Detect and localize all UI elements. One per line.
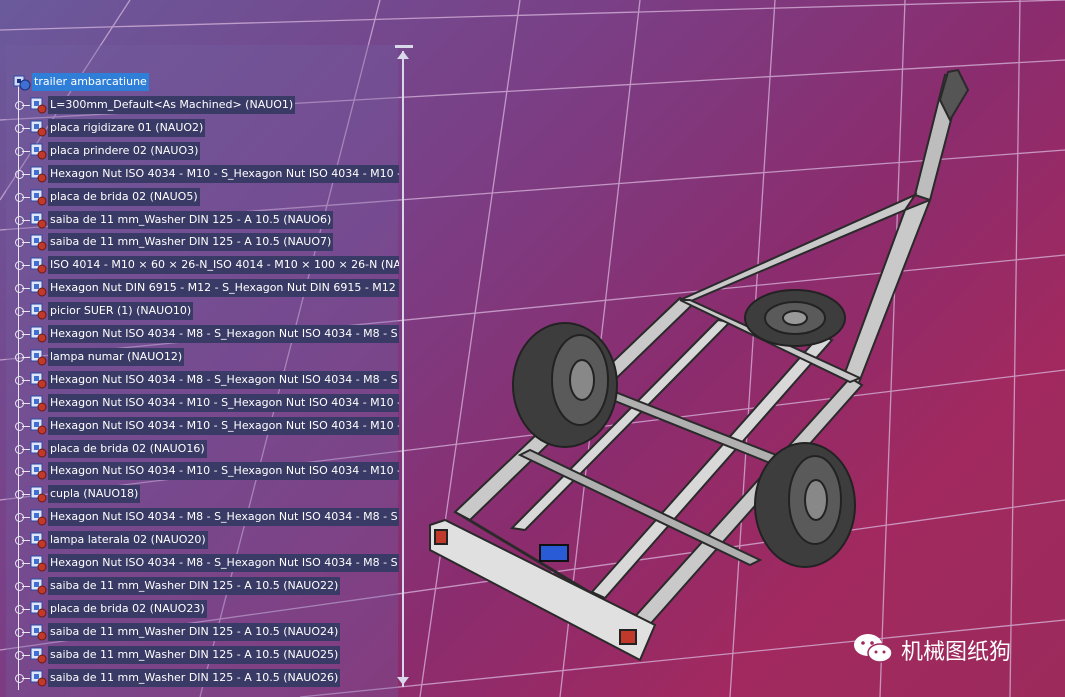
part-icon: [29, 485, 47, 503]
tree-node-label[interactable]: Hexagon Nut ISO 4034 - M10 - S_Hexagon N…: [48, 416, 399, 435]
tree-node-label[interactable]: saiba de 11 mm_Washer DIN 125 - A 10.5 (…: [48, 622, 341, 641]
part-icon: [29, 188, 47, 206]
part-icon: [29, 462, 47, 480]
tree-node-label[interactable]: placa de brida 02 (NAUO23): [48, 599, 207, 618]
watermark: 机械图纸狗: [853, 632, 1011, 668]
tree-node-label[interactable]: Hexagon Nut ISO 4034 - M8 - S_Hexagon Nu…: [48, 554, 399, 572]
part-icon: [29, 165, 47, 183]
part-icon: [29, 348, 47, 366]
scrollbar-top-cap: [395, 45, 413, 48]
part-icon: [29, 394, 47, 412]
tree-node-label[interactable]: Hexagon Nut ISO 4034 - M10 - S_Hexagon N…: [48, 393, 399, 412]
tree-node-label[interactable]: Hexagon Nut ISO 4034 - M8 - S_Hexagon Nu…: [48, 370, 399, 389]
tree-root-label[interactable]: trailer ambarcatiune: [32, 73, 149, 91]
part-icon: [29, 279, 47, 297]
tree-node-label[interactable]: Hexagon Nut DIN 6915 - M12 - S_Hexagon N…: [48, 279, 399, 298]
part-icon: [29, 531, 47, 549]
tree-node-label[interactable]: saiba de 11 mm_Washer DIN 125 - A 10.5 (…: [48, 576, 341, 595]
part-icon: [29, 646, 47, 664]
part-icon: [29, 211, 47, 229]
part-icon: [29, 119, 47, 137]
scroll-down-arrow-icon[interactable]: [397, 677, 409, 685]
watermark-text: 机械图纸狗: [901, 640, 1012, 665]
part-icon: [29, 440, 47, 458]
part-icon: [29, 577, 47, 595]
scrollbar-track[interactable]: [402, 51, 404, 687]
tree-node-label[interactable]: saiba de 11 mm_Washer DIN 125 - A 10.5 (…: [48, 233, 334, 252]
part-icon: [29, 554, 47, 572]
part-icon: [29, 508, 47, 526]
tree-node-label[interactable]: saiba de 11 mm_Washer DIN 125 - A 10.5 (…: [48, 645, 341, 664]
part-icon: [29, 325, 47, 343]
tree-node-label[interactable]: L=300mm_Default<As Machined> (NAUO1): [48, 96, 296, 114]
specification-tree[interactable]: trailer ambarcatiune L=300mm_Default<As …: [0, 45, 415, 697]
tree-scrollbar[interactable]: [395, 45, 413, 695]
left-wheel: [512, 322, 618, 448]
part-icon: [29, 417, 47, 435]
wechat-icon: [853, 631, 893, 669]
part-icon: [29, 371, 47, 389]
tree-node-label[interactable]: picior SUER (1) (NAUO10): [48, 302, 194, 321]
tree-node-label[interactable]: placa de brida 02 (NAUO5): [48, 187, 200, 206]
part-icon: [29, 302, 47, 320]
tree-node-label[interactable]: saiba de 11 mm_Washer DIN 125 - A 10.5 (…: [48, 210, 334, 229]
tree-node-label[interactable]: saiba de 11 mm_Washer DIN 125 - A 10.5 (…: [48, 668, 341, 687]
spare-wheel: [744, 289, 846, 347]
tree-node-label[interactable]: Hexagon Nut ISO 4034 - M10 - S_Hexagon N…: [48, 462, 399, 481]
part-icon: [29, 623, 47, 641]
part-icon: [29, 142, 47, 160]
part-icon: [29, 600, 47, 618]
tree-node-label[interactable]: Hexagon Nut ISO 4034 - M8 - S_Hexagon Nu…: [48, 325, 399, 343]
tree-node-label[interactable]: placa prindere 02 (NAUO3): [48, 141, 201, 160]
part-icon: [29, 233, 47, 251]
tree-node-label[interactable]: cupla (NAUO18): [48, 485, 141, 504]
part-icon: [29, 256, 47, 274]
tree-node-label[interactable]: Hexagon Nut ISO 4034 - M8 - S_Hexagon Nu…: [48, 508, 399, 527]
part-icon: [29, 669, 47, 687]
tree-node-label[interactable]: ISO 4014 - M10 × 60 × 26-N_ISO 4014 - M1…: [48, 256, 399, 275]
tree-node-label[interactable]: placa de brida 02 (NAUO16): [48, 439, 207, 458]
tree-node-label[interactable]: lampa laterala 02 (NAUO20): [48, 531, 208, 550]
tree-node-label[interactable]: lampa numar (NAUO12): [48, 347, 185, 366]
part-icon: [29, 96, 47, 114]
product-icon: [13, 73, 31, 91]
tree-node-label[interactable]: Hexagon Nut ISO 4034 - M10 - S_Hexagon N…: [48, 164, 399, 183]
scroll-up-arrow-icon[interactable]: [397, 51, 409, 59]
right-wheel: [754, 442, 856, 568]
tree-node-label[interactable]: placa rigidizare 01 (NAUO2): [48, 118, 206, 137]
